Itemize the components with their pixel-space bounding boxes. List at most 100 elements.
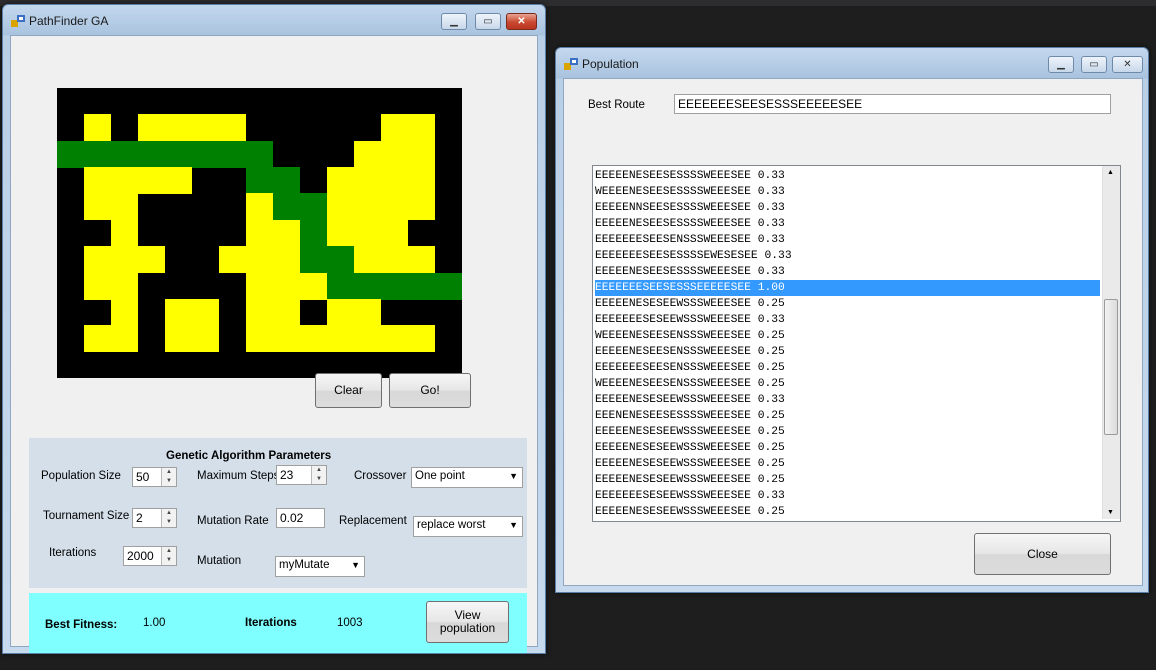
maze-open-cell	[273, 272, 300, 300]
maze-open-cell	[408, 246, 435, 274]
scroll-down-icon[interactable]: ▼	[1107, 509, 1114, 516]
maze-open-cell	[381, 114, 408, 142]
list-item[interactable]: EEEEENESESEEWSSSWEEESEE 0.25	[595, 456, 1100, 472]
tournament-size-spin[interactable]: ▲ ▼	[161, 509, 176, 527]
replacement-select[interactable]: replace worst ▼	[413, 516, 523, 537]
maximize-button[interactable]: ▭	[1081, 56, 1107, 73]
iterations-result-label: Iterations	[245, 617, 297, 629]
replacement-value: replace worst	[417, 519, 486, 531]
close-button[interactable]: ✕	[1112, 56, 1143, 73]
maze-open-cell	[408, 325, 435, 353]
scroll-up-icon[interactable]: ▲	[1107, 169, 1114, 176]
population-list[interactable]: ▲ ▼ EEEEENESEESESSSSWEEESEE 0.33 WEEEENES…	[592, 165, 1121, 522]
tournament-size-stepper[interactable]: 2 ▲ ▼	[132, 508, 177, 528]
maze-open-cell	[246, 272, 273, 300]
go-button[interactable]: Go!	[389, 373, 471, 408]
list-item[interactable]: EEENENESEESESSSSWEEESEE 0.25	[595, 408, 1100, 424]
population-titlebar[interactable]: Population ▁ ▭ ✕	[556, 48, 1148, 80]
list-item[interactable]: EEEEENESEESESSSSWEEESEE 0.33	[595, 264, 1100, 280]
close-population-button[interactable]: Close	[974, 533, 1111, 575]
maze-path-cell	[327, 246, 354, 274]
list-item[interactable]: EEEEENESESEEWSSSWEEESEE 0.25	[595, 504, 1100, 520]
maze-open-cell	[327, 325, 354, 353]
iterations-result-value: 1003	[337, 617, 363, 629]
maze-open-cell	[381, 193, 408, 221]
list-item[interactable]: EEEEENESESEEWSSSWEEESEE 0.25	[595, 424, 1100, 440]
maze-open-cell	[273, 246, 300, 274]
maze-open-cell	[327, 298, 354, 326]
maze-path-cell	[327, 272, 354, 300]
app-icon	[11, 15, 25, 27]
maze-open-cell	[381, 246, 408, 274]
chevron-down-icon: ▼	[509, 471, 518, 481]
list-item[interactable]: EEEEEEESEESENSSSWEEESEE 0.33	[595, 232, 1100, 248]
maze-path-cell	[408, 272, 435, 300]
app-icon	[564, 58, 578, 70]
list-item[interactable]: EEEEENESESEEWSSSWEEESEE 0.33	[595, 392, 1100, 408]
population-size-spin[interactable]: ▲ ▼	[161, 468, 176, 486]
vertical-scrollbar[interactable]: ▲ ▼	[1102, 166, 1120, 519]
minimize-button[interactable]: ▁	[1048, 56, 1074, 73]
maze-open-cell	[354, 167, 381, 195]
max-steps-label: Maximum Steps	[197, 470, 280, 482]
maze-path-cell	[435, 272, 462, 300]
list-item[interactable]: EEEEENESEESESSSSWEEESEE 0.33	[595, 216, 1100, 232]
list-item[interactable]: WEEEENESEESENSSSWEEESEE 0.25	[595, 328, 1100, 344]
population-size-stepper[interactable]: 50 ▲ ▼	[132, 467, 177, 487]
maze-path-cell	[273, 167, 300, 195]
list-item[interactable]: EEEEENESESEEWSSSWEEESEE 0.25	[595, 472, 1100, 488]
maze-open-cell	[192, 114, 219, 142]
maze-open-cell	[84, 114, 111, 142]
maze-path-cell	[300, 246, 327, 274]
iterations-spin[interactable]: ▲ ▼	[161, 547, 176, 565]
chevron-down-icon: ▼	[509, 520, 518, 530]
maze-open-cell	[111, 272, 138, 300]
maze-open-cell	[219, 114, 246, 142]
population-window: Population ▁ ▭ ✕ Best Route EEEEEEESEESE…	[555, 47, 1149, 593]
maze-path-cell	[219, 140, 246, 168]
minimize-button[interactable]: ▁	[441, 13, 467, 30]
list-item[interactable]: EEEEEEESEESENSSSWEEESEE 0.25	[595, 360, 1100, 376]
list-item[interactable]: WEEEENESEESENSSSWEEESEE 0.25	[595, 376, 1100, 392]
list-item[interactable]: WEEEENESEESESSSSWEEESEE 0.33	[595, 184, 1100, 200]
maze-open-cell	[138, 114, 165, 142]
pathfinder-titlebar[interactable]: PathFinder GA ▁ ▭ ✕	[3, 5, 545, 37]
mutation-rate-input[interactable]: 0.02	[276, 508, 325, 528]
list-item[interactable]: EEEEEEESESEEWSSSWEEESEE 0.33	[595, 488, 1100, 504]
maze-open-cell	[246, 298, 273, 326]
max-steps-spin[interactable]: ▲ ▼	[311, 466, 326, 484]
list-item[interactable]: EEEEENESEESENSSSWEEESEE 0.25	[595, 344, 1100, 360]
clear-button[interactable]: Clear	[315, 373, 382, 408]
maze-open-cell	[354, 193, 381, 221]
maze-path-cell	[111, 140, 138, 168]
scrollbar-thumb[interactable]	[1104, 299, 1118, 435]
best-fitness-value: 1.00	[143, 617, 166, 629]
maze-path-cell	[57, 140, 84, 168]
max-steps-stepper[interactable]: 23 ▲ ▼	[276, 465, 327, 485]
maze-open-cell	[300, 272, 327, 300]
population-client: Best Route EEEEEEESEESESSSEEEEESEE ▲ ▼ E…	[563, 78, 1143, 586]
crossover-select[interactable]: One point ▼	[411, 467, 523, 488]
maze-grid	[57, 88, 462, 378]
window-title: Population	[582, 57, 639, 71]
iterations-stepper[interactable]: 2000 ▲ ▼	[123, 546, 177, 566]
mutation-select[interactable]: myMutate ▼	[275, 556, 365, 577]
list-item[interactable]: EEEEEEESESEEWSSSWEEESEE 0.33	[595, 312, 1100, 328]
list-item[interactable]: EEEEENESESEEWSSSWEEESEE 0.25	[595, 440, 1100, 456]
maze-path-cell	[354, 272, 381, 300]
view-population-button[interactable]: View population	[426, 601, 509, 643]
maze-open-cell	[408, 140, 435, 168]
maze-open-cell	[354, 140, 381, 168]
list-item[interactable]: EEEEENNSEESESSSSWEEESEE 0.33	[595, 200, 1100, 216]
maze-open-cell	[165, 325, 192, 353]
list-item[interactable]: EEEEEEESEESESSSEEEEESEE 1.00	[595, 280, 1100, 296]
list-item[interactable]: EEEEENESESEEWSSSWEEESEE 0.25	[595, 296, 1100, 312]
maze-open-cell	[219, 246, 246, 274]
maze-open-cell	[327, 167, 354, 195]
list-item[interactable]: EEEEENESEESESSSSWEEESEE 0.33	[595, 168, 1100, 184]
best-route-field[interactable]: EEEEEEESEESESSSEEEEESEE	[674, 94, 1111, 114]
list-item[interactable]: EEEEEEESEESESSSSEWESESEE 0.33	[595, 248, 1100, 264]
mutation-value: myMutate	[279, 559, 330, 571]
close-button[interactable]: ✕	[506, 13, 537, 30]
maximize-button[interactable]: ▭	[475, 13, 501, 30]
